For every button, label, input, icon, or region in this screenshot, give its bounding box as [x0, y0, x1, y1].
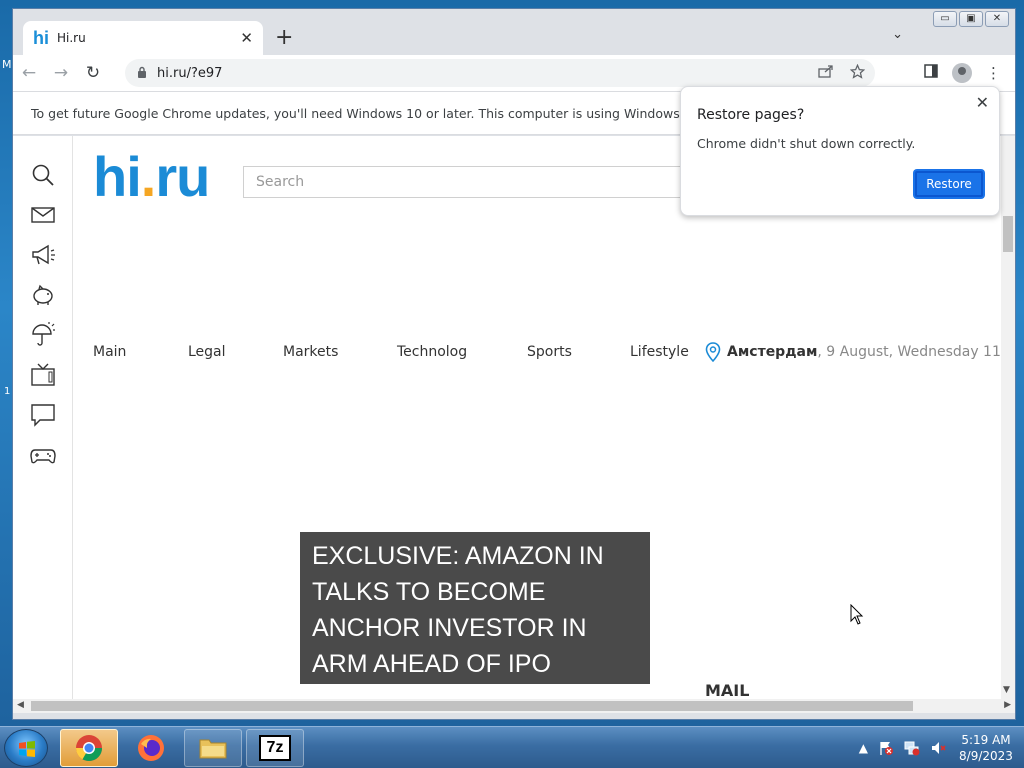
reload-button[interactable]: ↻	[77, 63, 109, 83]
taskbar-explorer[interactable]	[184, 729, 242, 767]
popup-title: Restore pages?	[697, 107, 805, 123]
address-bar[interactable]: hi.ru/?e97	[125, 59, 875, 87]
horizontal-scrollbar[interactable]: ◀ ▶	[13, 699, 1015, 713]
profile-avatar-icon[interactable]	[952, 63, 972, 83]
headline-text[interactable]: EXCLUSIVE: AMAZON IN TALKS TO BECOME ANC…	[312, 542, 604, 678]
system-tray: ▲ 5:19 AM 8/9/2023	[859, 727, 1016, 768]
close-window-button[interactable]: ✕	[985, 11, 1009, 27]
close-tab-icon[interactable]: ✕	[240, 29, 253, 47]
minimize-button[interactable]: ▭	[933, 11, 957, 27]
gamepad-icon[interactable]	[29, 442, 56, 468]
network-icon[interactable]	[904, 740, 920, 756]
nav-technology[interactable]: Technolog	[397, 344, 527, 360]
tab-search-icon[interactable]: ⌄	[892, 27, 903, 42]
system-clock[interactable]: 5:19 AM 8/9/2023	[956, 732, 1016, 764]
nav-sports[interactable]: Sports	[527, 344, 630, 360]
site-nav: Main Legal Markets Technolog Sports Life…	[93, 344, 714, 360]
forward-button[interactable]: →	[45, 63, 77, 83]
lock-icon[interactable]	[137, 66, 147, 81]
start-button[interactable]	[4, 729, 48, 767]
logo-dot: .	[140, 145, 157, 208]
tab-title: Hi.ru	[57, 31, 86, 45]
show-hidden-icons-icon[interactable]: ▲	[859, 741, 868, 755]
maximize-button[interactable]: ▣	[959, 11, 983, 27]
location-date: , 9 August, Wednesday 11:18	[817, 344, 1015, 360]
infobar-text: To get future Google Chrome updates, you…	[31, 106, 696, 121]
star-icon[interactable]	[849, 63, 866, 83]
mail-section-label: MAIL	[705, 681, 750, 699]
vertical-scroll-thumb[interactable]	[1003, 216, 1013, 252]
restore-button[interactable]: Restore	[913, 169, 985, 199]
nav-legal[interactable]: Legal	[188, 344, 283, 360]
7zip-icon: 7z	[259, 735, 291, 761]
horizontal-scroll-thumb[interactable]	[31, 701, 913, 711]
site-logo[interactable]: hi.ru	[93, 144, 210, 209]
windows-logo-icon	[19, 741, 35, 757]
popup-close-icon[interactable]: ✕	[976, 93, 989, 112]
popup-message: Chrome didn't shut down correctly.	[697, 136, 916, 151]
window-controls: ▭ ▣ ✕	[933, 11, 1009, 27]
hi-favicon-icon: hi	[33, 27, 49, 48]
vertical-scrollbar[interactable]: ▼	[1001, 136, 1015, 699]
clock-date: 8/9/2023	[959, 749, 1013, 763]
location-info: Амстердам , 9 August, Wednesday 11:18	[705, 342, 1015, 362]
search-placeholder: Search	[256, 174, 305, 190]
volume-muted-icon[interactable]	[930, 740, 946, 756]
logo-hi: hi	[93, 145, 142, 208]
back-button[interactable]: ←	[13, 63, 45, 83]
desktop-text-2: 1	[4, 386, 11, 397]
taskbar: 7z ▲ 5:19 AM 8/9/2023	[0, 726, 1024, 768]
nav-main[interactable]: Main	[93, 344, 188, 360]
mail-icon[interactable]	[30, 202, 56, 228]
nav-lifestyle[interactable]: Lifestyle	[630, 344, 714, 360]
side-panel-icon[interactable]	[924, 64, 938, 82]
search-icon[interactable]	[30, 162, 56, 188]
taskbar-chrome[interactable]	[60, 729, 118, 767]
scroll-left-arrow-icon[interactable]: ◀	[17, 700, 24, 710]
scroll-down-arrow-icon[interactable]: ▼	[1003, 685, 1010, 695]
nav-markets[interactable]: Markets	[283, 344, 397, 360]
chat-icon[interactable]	[30, 402, 56, 428]
tv-icon[interactable]	[30, 362, 56, 388]
folder-icon	[199, 739, 227, 759]
taskbar-firefox[interactable]	[122, 729, 180, 767]
restore-pages-popup: Restore pages? Chrome didn't shut down c…	[680, 86, 1000, 216]
firefox-icon	[138, 735, 164, 761]
scroll-right-arrow-icon[interactable]: ▶	[1004, 700, 1011, 710]
megaphone-icon[interactable]	[30, 242, 56, 268]
url-text[interactable]: hi.ru/?e97	[157, 66, 222, 81]
browser-tab[interactable]: hi Hi.ru ✕	[23, 21, 263, 55]
logo-ru: ru	[155, 145, 210, 208]
clock-time: 5:19 AM	[961, 733, 1011, 747]
chrome-icon	[75, 735, 103, 762]
new-tab-button[interactable]: +	[275, 25, 293, 50]
share-icon[interactable]	[818, 64, 834, 83]
action-center-flag-icon[interactable]	[878, 740, 894, 756]
desktop-text: M	[2, 58, 12, 71]
taskbar-7zip[interactable]: 7z	[246, 729, 304, 767]
location-city[interactable]: Амстердам	[727, 344, 817, 360]
site-sidebar	[13, 136, 73, 699]
mouse-cursor-icon	[850, 604, 864, 625]
location-pin-icon[interactable]	[705, 342, 721, 362]
chrome-menu-icon[interactable]: ⋮	[986, 64, 1001, 82]
umbrella-sun-icon[interactable]	[30, 322, 56, 348]
page-viewport: hi.ru Search Main Legal Markets Technolo…	[13, 136, 1015, 699]
headline-card[interactable]: EXCLUSIVE: AMAZON IN TALKS TO BECOME ANC…	[300, 532, 650, 684]
piggy-bank-icon[interactable]	[30, 282, 56, 308]
site-search-input[interactable]: Search	[243, 166, 703, 198]
